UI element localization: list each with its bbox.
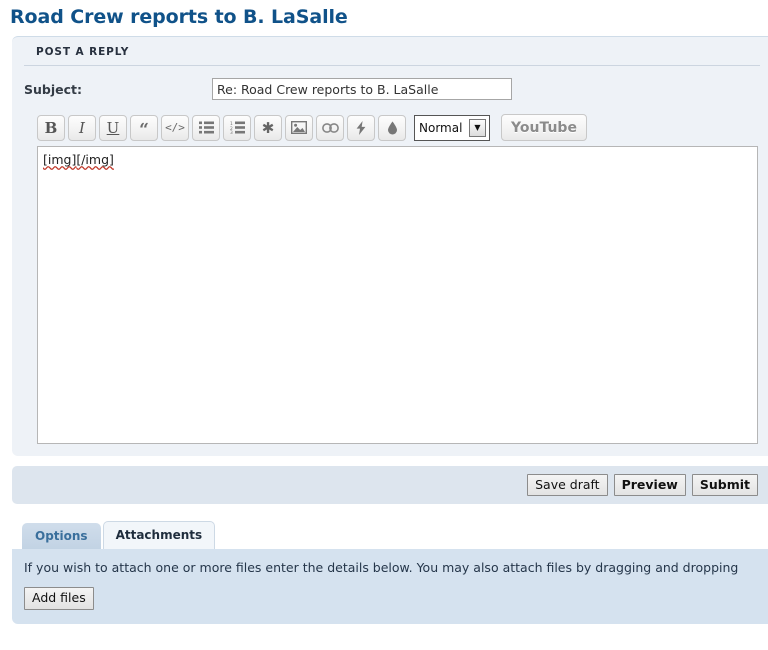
preview-button[interactable]: Preview bbox=[613, 474, 686, 497]
editor-wrap: B I U “ </> 1 2 3 ✱ Normal ▼ YouTube [im… bbox=[12, 112, 768, 444]
submit-button[interactable]: Submit bbox=[691, 474, 758, 497]
page-title: Road Crew reports to B. LaSalle bbox=[10, 6, 348, 28]
spell-error-word: [img] bbox=[43, 152, 77, 167]
underline-icon[interactable]: U bbox=[99, 114, 127, 141]
editor-toolbar: B I U “ </> 1 2 3 ✱ Normal ▼ YouTube bbox=[37, 112, 758, 146]
message-textarea[interactable]: [img][/img] bbox=[37, 146, 758, 444]
italic-icon[interactable]: I bbox=[68, 114, 96, 141]
subject-input[interactable] bbox=[212, 78, 512, 100]
image-icon[interactable] bbox=[285, 114, 313, 141]
save-draft-button[interactable]: Save draft bbox=[527, 474, 608, 497]
code-icon[interactable]: </> bbox=[161, 114, 189, 141]
attachment-tabs: Options Attachments bbox=[22, 521, 768, 550]
subject-row: Subject: bbox=[12, 66, 768, 112]
panel-heading: POST A REPLY bbox=[24, 37, 760, 66]
link-icon[interactable] bbox=[316, 114, 344, 141]
subject-label: Subject: bbox=[24, 81, 82, 97]
droplet-icon[interactable] bbox=[378, 114, 406, 141]
font-size-select[interactable]: Normal bbox=[414, 114, 490, 141]
youtube-button[interactable]: YouTube bbox=[501, 114, 587, 141]
quote-icon[interactable]: “ bbox=[130, 114, 158, 141]
tab-options[interactable]: Options bbox=[22, 523, 101, 550]
tab-attachments[interactable]: Attachments bbox=[102, 521, 216, 550]
bold-icon[interactable]: B bbox=[37, 114, 65, 141]
asterisk-icon[interactable]: ✱ bbox=[254, 114, 282, 141]
unordered-list-icon[interactable] bbox=[192, 114, 220, 141]
ordered-list-icon[interactable]: 1 2 3 bbox=[223, 114, 251, 141]
format-select-wrap: Normal ▼ bbox=[409, 114, 490, 141]
action-bar: Save draft Preview Submit bbox=[12, 466, 768, 505]
post-reply-panel: POST A REPLY Subject: B I U “ </> bbox=[12, 36, 768, 456]
attachments-note: If you wish to attach one or more files … bbox=[24, 560, 739, 576]
lightning-icon[interactable] bbox=[347, 114, 375, 141]
svg-text:3: 3 bbox=[230, 130, 233, 134]
attachments-panel: If you wish to attach one or more files … bbox=[12, 549, 768, 624]
add-files-button[interactable]: Add files bbox=[24, 587, 94, 610]
spell-error-word: [/img] bbox=[76, 152, 114, 167]
